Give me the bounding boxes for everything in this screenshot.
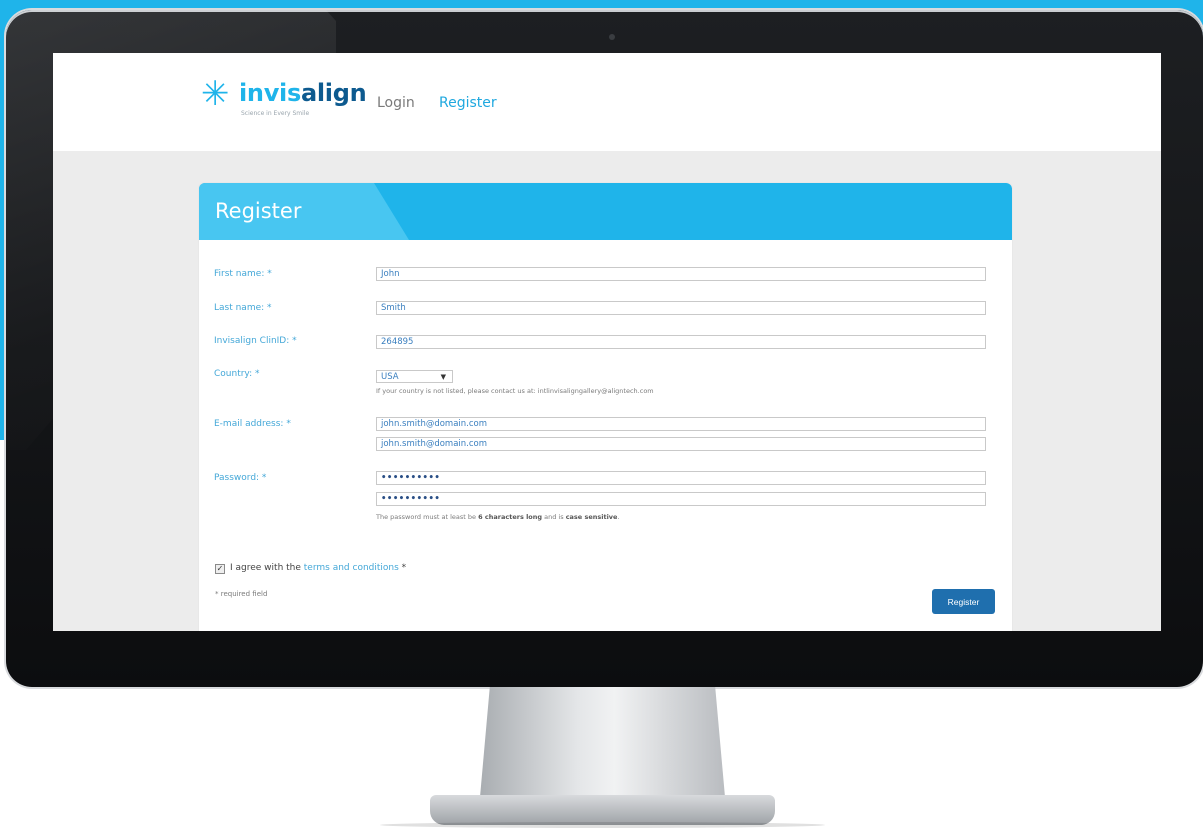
chevron-down-icon: ▼ (440, 373, 446, 381)
password-label: Password: * (214, 473, 267, 483)
password-hint-prefix: The password must at least be (376, 513, 479, 521)
terms-suffix: * (398, 563, 407, 573)
password-hint-length: 6 characters long (478, 513, 543, 521)
password-hint-mid: and is (542, 513, 566, 521)
logo-tagline: Science in Every Smile (241, 110, 310, 117)
nav-register-link[interactable]: Register (439, 95, 497, 111)
site-header: ✳ invisalign Science in Every Smile Logi… (53, 53, 1161, 151)
nav-login-link[interactable]: Login (377, 95, 415, 111)
email-label: E-mail address: * (214, 419, 291, 429)
clinid-label: Invisalign ClinID: * (214, 336, 297, 346)
terms-checkbox[interactable]: ✓ (215, 564, 225, 574)
screen: ✳ invisalign Science in Every Smile Logi… (53, 53, 1161, 631)
email-confirm-field[interactable]: john.smith@domain.com (376, 437, 986, 451)
terms-prefix: I agree with the (230, 563, 304, 573)
logo-wordmark-bold: align (300, 79, 367, 107)
country-hint: If your country is not listed, please co… (376, 387, 654, 395)
last-name-field[interactable]: Smith (376, 301, 986, 315)
password-hint-case: case sensitive (565, 513, 618, 521)
password-hint-suffix: . (617, 513, 620, 521)
terms-link[interactable]: terms and conditions (304, 563, 399, 573)
password-hint: The password must at least be 6 characte… (376, 513, 620, 521)
camera-icon (609, 34, 615, 40)
first-name-field[interactable]: John (376, 267, 986, 281)
country-select-value: USA (381, 372, 399, 382)
monitor-stand-shadow (380, 822, 825, 828)
logo-wordmark-light: invis (239, 79, 301, 107)
required-field-note: * required field (215, 590, 268, 598)
logo-wordmark: invisalign (239, 79, 367, 107)
password-confirm-field[interactable]: •••••••••• (376, 492, 986, 506)
terms-agreement: ✓ I agree with the terms and conditions * (215, 563, 406, 574)
register-card: Register First name: * John Last name: *… (199, 183, 1012, 631)
page-title: Register (215, 199, 302, 223)
country-select[interactable]: USA ▼ (376, 370, 453, 383)
star-logo-icon: ✳ (201, 74, 230, 114)
register-card-header: Register (199, 183, 1012, 240)
clinid-field[interactable]: 264895 (376, 335, 986, 349)
invisalign-logo[interactable]: ✳ invisalign Science in Every Smile (201, 74, 367, 125)
last-name-label: Last name: * (214, 303, 272, 313)
email-field[interactable]: john.smith@domain.com (376, 417, 986, 431)
register-button[interactable]: Register (932, 589, 995, 614)
password-field[interactable]: •••••••••• (376, 471, 986, 485)
monitor-stand-neck (480, 687, 725, 797)
first-name-label: First name: * (214, 269, 272, 279)
monitor-stand-base (430, 795, 775, 825)
country-label: Country: * (214, 369, 260, 379)
